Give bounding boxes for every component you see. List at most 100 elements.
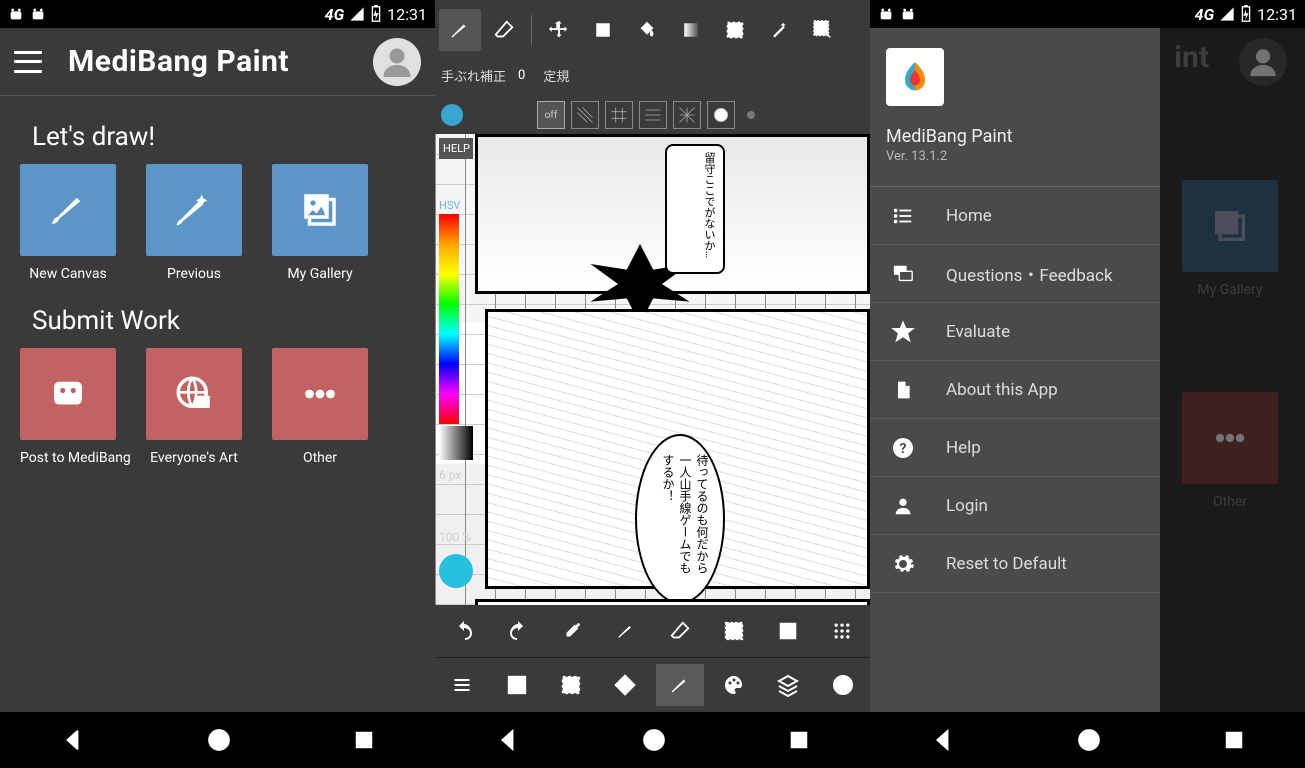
- drawer-item-help[interactable]: ? Help: [870, 419, 1160, 477]
- back-button[interactable]: [495, 727, 521, 753]
- speech-bubble-1: 留守ここでがないか…: [665, 144, 725, 274]
- ruler-concentric[interactable]: [707, 101, 735, 129]
- back-button[interactable]: [930, 727, 956, 753]
- menu-button[interactable]: [14, 51, 42, 73]
- tile-post-medibang[interactable]: Post to MediBang: [20, 348, 116, 466]
- stabilizer-toggle[interactable]: [441, 104, 463, 126]
- tab-select[interactable]: [547, 664, 595, 706]
- tile-previous[interactable]: Previous: [146, 164, 242, 282]
- drawer-version: Ver. 13.1.2: [886, 149, 1144, 164]
- recent-button[interactable]: [353, 729, 375, 751]
- android-nav: [0, 712, 435, 768]
- drawer-item-feedback[interactable]: Questions・Feedback: [870, 245, 1160, 303]
- chat-icon: [890, 261, 916, 287]
- app-title: MediBang Paint: [68, 44, 373, 79]
- tool-wand[interactable]: [758, 9, 800, 51]
- tool-gradient[interactable]: [670, 9, 712, 51]
- ruler-parallel[interactable]: [571, 101, 599, 129]
- person-icon: [890, 493, 916, 519]
- transform-button[interactable]: [770, 613, 806, 649]
- screen-canvas: 手ぶれ補正 0 定規 off: [435, 0, 870, 768]
- tab-rotate[interactable]: [601, 664, 649, 706]
- avatar-button[interactable]: [373, 38, 421, 86]
- tab-layers[interactable]: [764, 664, 812, 706]
- gear-icon: [890, 551, 916, 577]
- brush-preview[interactable]: [439, 554, 473, 588]
- tab-globe[interactable]: [819, 664, 867, 706]
- tool-brush[interactable]: [439, 9, 481, 51]
- tab-palette[interactable]: [710, 664, 758, 706]
- undo-button[interactable]: [446, 613, 482, 649]
- stabilizer-label: 手ぶれ補正: [441, 66, 506, 85]
- nav-drawer: MediBang Paint Ver. 13.1.2 Home Question…: [870, 28, 1160, 712]
- drawer-item-evaluate[interactable]: Evaluate: [870, 303, 1160, 361]
- drawer-item-reset[interactable]: Reset to Default: [870, 535, 1160, 593]
- notification-icon: [30, 6, 46, 22]
- home-button[interactable]: [1076, 727, 1102, 753]
- canvas[interactable]: 留守ここでがないか… 待ってるのも何だから一人山手線ゲームでもするか！ HELP…: [435, 134, 870, 605]
- tool-select-pen[interactable]: [802, 9, 844, 51]
- tool-bucket[interactable]: [626, 9, 668, 51]
- ruler-vanish[interactable]: [673, 101, 701, 129]
- tab-menu[interactable]: [438, 664, 486, 706]
- star-icon: [890, 319, 916, 345]
- hue-slider[interactable]: [439, 214, 459, 424]
- help-button[interactable]: HELP: [439, 138, 473, 159]
- home-button[interactable]: [206, 727, 232, 753]
- drawer-item-about[interactable]: About this App: [870, 361, 1160, 419]
- deselect-button[interactable]: [716, 613, 752, 649]
- ruler-perspective[interactable]: [639, 101, 667, 129]
- tile-other[interactable]: Other: [272, 348, 368, 466]
- tab-brush[interactable]: [656, 664, 704, 706]
- clock: 12:31: [387, 5, 427, 24]
- recent-button[interactable]: [788, 729, 810, 751]
- globe-art-icon: [173, 373, 215, 415]
- opacity-label[interactable]: 100 %: [439, 530, 473, 544]
- ruler-grid[interactable]: [605, 101, 633, 129]
- file-icon: [890, 377, 916, 403]
- tile-my-gallery[interactable]: My Gallery: [272, 164, 368, 282]
- screen-drawer: 4G 12:31 int My Gallery Other: [870, 0, 1305, 768]
- brush-icon: [47, 189, 89, 231]
- signal-icon: [1219, 6, 1235, 22]
- speech-bubble-2: 待ってるのも何だから一人山手線ゲームでもするか！: [635, 434, 725, 604]
- eyedropper-button[interactable]: [554, 613, 590, 649]
- ruler-more-indicator: [747, 111, 755, 119]
- brush-small-button[interactable]: [608, 613, 644, 649]
- screen-home: 4G 12:31 MediBang Paint Let's draw! New …: [0, 0, 435, 768]
- sv-picker[interactable]: [439, 426, 473, 460]
- notification-icon: [8, 6, 24, 22]
- home-content: Let's draw! New Canvas Previous My Galle…: [0, 96, 435, 712]
- back-button[interactable]: [60, 727, 86, 753]
- android-nav: [870, 712, 1305, 768]
- app-logo: [886, 48, 944, 106]
- top-toolbar: 手ぶれ補正 0 定規 off: [435, 0, 870, 134]
- drawer-app-name: MediBang Paint: [886, 126, 1144, 147]
- clock: 12:31: [1257, 5, 1297, 24]
- drawer-item-home[interactable]: Home: [870, 187, 1160, 245]
- tile-everyones-art[interactable]: Everyone's Art: [146, 348, 242, 466]
- bottom-toolbar: [435, 605, 870, 712]
- redo-button[interactable]: [500, 613, 536, 649]
- ruler-label: 定規: [543, 66, 569, 85]
- eraser-small-button[interactable]: [662, 613, 698, 649]
- tool-eraser[interactable]: [483, 9, 525, 51]
- hsv-label: HSV: [439, 199, 473, 212]
- stabilizer-value[interactable]: 0: [518, 68, 525, 83]
- tile-new-canvas[interactable]: New Canvas: [20, 164, 116, 282]
- brush-size-label[interactable]: 6 px: [439, 468, 473, 482]
- network-label: 4G: [1195, 5, 1214, 24]
- grid-button[interactable]: [824, 613, 860, 649]
- recent-button[interactable]: [1223, 729, 1245, 751]
- home-button[interactable]: [641, 727, 667, 753]
- signal-icon: [349, 6, 365, 22]
- help-icon: ?: [890, 435, 916, 461]
- post-icon: [47, 373, 89, 415]
- tab-edit[interactable]: [493, 664, 541, 706]
- tool-select[interactable]: [714, 9, 756, 51]
- tool-move[interactable]: [538, 9, 580, 51]
- android-nav: [435, 712, 870, 768]
- tool-fill-rect[interactable]: [582, 9, 624, 51]
- ruler-off[interactable]: off: [537, 101, 565, 129]
- drawer-item-login[interactable]: Login: [870, 477, 1160, 535]
